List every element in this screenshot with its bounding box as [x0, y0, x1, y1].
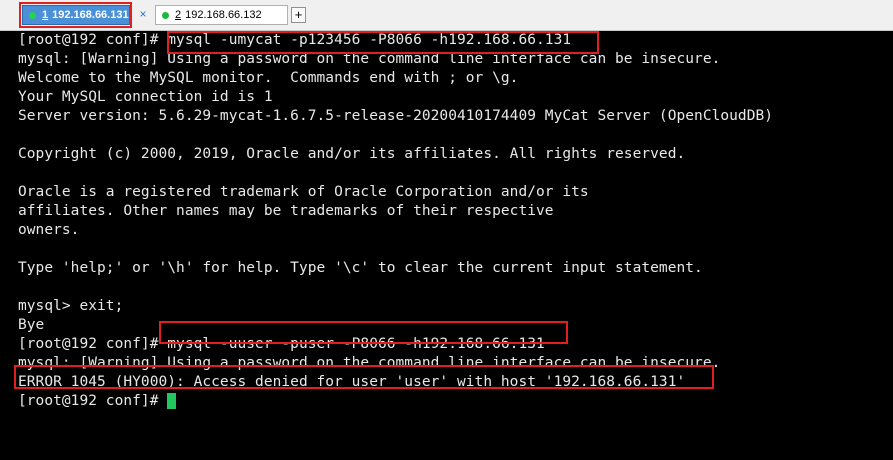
terminal-line: mysql: [Warning] Using a password on the… — [18, 355, 721, 371]
terminal-output[interactable]: [root@192 conf]# mysql -umycat -p123456 … — [0, 31, 893, 460]
terminal-line: Bye — [18, 317, 45, 333]
terminal-line: mysql> exit; — [18, 298, 124, 314]
terminal-line: affiliates. Other names may be trademark… — [18, 203, 554, 219]
session-tab-1[interactable]: 1 192.168.66.131 — [22, 5, 130, 25]
connected-status-icon — [29, 11, 36, 19]
terminal-cursor — [167, 393, 177, 409]
terminal-line: Your MySQL connection id is 1 — [18, 89, 273, 105]
tab-label: 192.168.66.131 — [52, 9, 129, 21]
terminal-line: [root@192 conf]# mysql -uuser -puser -P8… — [18, 336, 545, 352]
tab-label: 192.168.66.132 — [185, 9, 262, 21]
terminal-line: ERROR 1045 (HY000): Access denied for us… — [18, 374, 686, 390]
shell-prompt: [root@192 conf]# — [18, 393, 168, 409]
tab-number: 1 — [42, 9, 49, 21]
terminal-line: owners. — [18, 222, 80, 238]
terminal-prompt-line[interactable]: [root@192 conf]# — [18, 392, 177, 411]
terminal-line: Server version: 5.6.29-mycat-1.6.7.5-rel… — [18, 108, 774, 124]
terminal-line: [root@192 conf]# mysql -umycat -p123456 … — [18, 32, 572, 48]
terminal-line: mysql: [Warning] Using a password on the… — [18, 51, 721, 67]
terminal-line: Copyright (c) 2000, 2019, Oracle and/or … — [18, 146, 686, 162]
terminal-line: Oracle is a registered trademark of Orac… — [18, 184, 589, 200]
tab-number: 2 — [175, 9, 182, 21]
session-tab-bar: 1 192.168.66.131 × 2 192.168.66.132 + — [0, 0, 893, 31]
terminal-line: Welcome to the MySQL monitor. Commands e… — [18, 70, 519, 86]
new-tab-button[interactable]: + — [291, 7, 306, 23]
terminal-line: Type 'help;' or '\h' for help. Type '\c'… — [18, 260, 703, 276]
connected-status-icon — [162, 11, 169, 19]
close-tab-icon[interactable]: × — [137, 8, 149, 20]
session-tab-2[interactable]: 2 192.168.66.132 — [155, 5, 288, 25]
